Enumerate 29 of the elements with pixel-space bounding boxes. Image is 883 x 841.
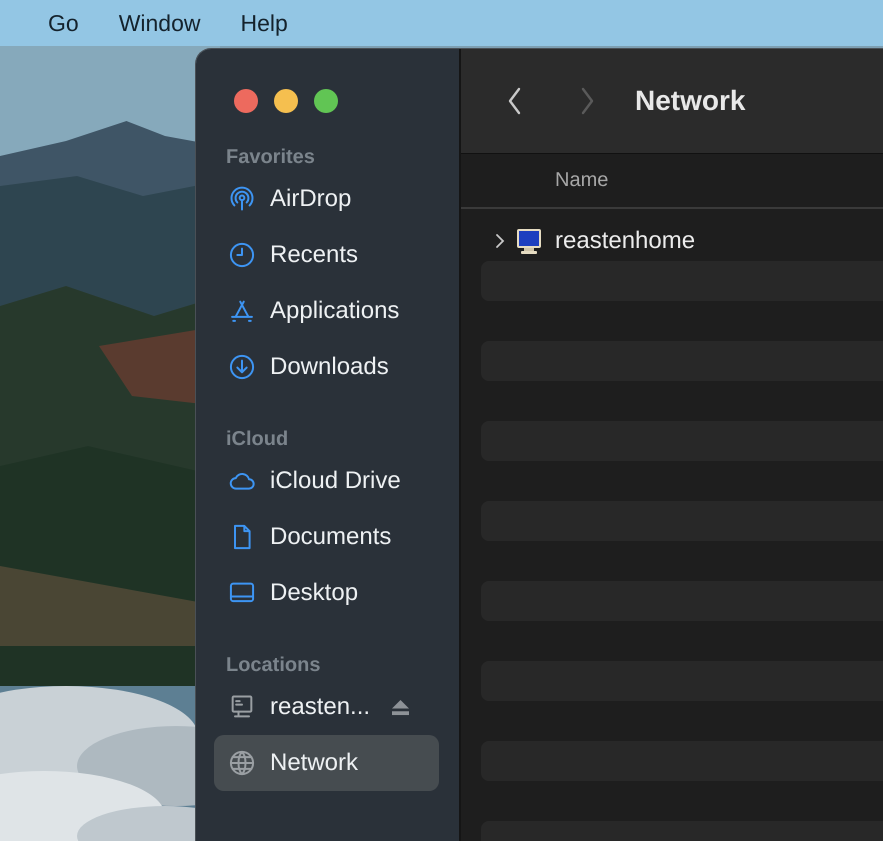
row-name[interactable]: reastenhome [555, 227, 696, 255]
sidebar-item[interactable]: reasten... [214, 679, 439, 735]
sidebar-item[interactable]: AirDrop [214, 171, 439, 227]
menu-item[interactable]: Go [48, 10, 79, 36]
sidebar-item[interactable]: iCloud Drive [214, 453, 439, 509]
sidebar-item[interactable]: Applications [214, 283, 439, 339]
sidebar-item[interactable]: Network [214, 735, 439, 791]
menu-item[interactable]: Help [240, 10, 288, 36]
menu-item[interactable]: Window [118, 10, 200, 36]
computer-icon [515, 227, 543, 255]
sidebar-item[interactable]: Desktop [214, 565, 439, 621]
back-button[interactable] [507, 86, 523, 116]
sidebar-item[interactable]: Recents [214, 227, 439, 283]
column-header[interactable]: Name [555, 169, 608, 192]
section-heading: iCloud [226, 428, 288, 451]
eject-icon[interactable] [390, 698, 412, 716]
minimize-button[interactable] [274, 89, 298, 113]
sidebar-item[interactable]: Documents [214, 509, 439, 565]
disclosure-icon[interactable] [495, 233, 505, 249]
sidebar-item[interactable]: Downloads [214, 339, 439, 395]
close-button[interactable] [234, 89, 258, 113]
download-icon [228, 353, 256, 381]
airdrop-icon [228, 185, 256, 213]
section-heading: Favorites [226, 146, 315, 169]
globe-icon [228, 749, 256, 777]
section-heading: Locations [226, 654, 320, 677]
zoom-button[interactable] [314, 89, 338, 113]
window-title: Network [635, 85, 746, 117]
clock-icon [228, 241, 256, 269]
